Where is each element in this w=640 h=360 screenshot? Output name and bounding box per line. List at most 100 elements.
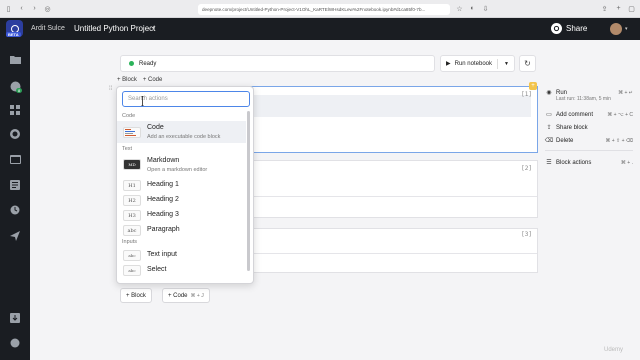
- execution-count: [3]: [521, 231, 532, 238]
- menu-item-markdown[interactable]: MD Markdown Open a markdown editor: [117, 154, 246, 176]
- project-title[interactable]: Untitled Python Project: [74, 24, 155, 33]
- trash-icon: ⌫: [544, 138, 554, 144]
- extensions-icon[interactable]: ◐: [468, 4, 477, 13]
- menu-item-description: Add an executable code block: [147, 134, 221, 140]
- dropdown-scrollbar[interactable]: [247, 111, 250, 271]
- sidebar-toggle-icon[interactable]: ▯: [4, 4, 13, 13]
- left-sidebar: 8: [0, 40, 30, 360]
- play-circle-icon: ◉: [546, 90, 552, 96]
- menu-item-text-input[interactable]: abc Text input: [117, 248, 246, 263]
- shortcut-hint: ⌘ + .: [620, 159, 633, 166]
- heading-2-icon: H2: [123, 195, 141, 206]
- help-icon[interactable]: [9, 337, 21, 349]
- menu-item-heading-1[interactable]: H1 Heading 1: [117, 178, 246, 193]
- share-icon: [551, 23, 562, 34]
- menu-item-title: Select: [147, 266, 167, 273]
- run-notebook-button[interactable]: ▶ Run notebook ▼: [440, 55, 515, 72]
- menu-item-code[interactable]: Code Add an executable code block: [117, 121, 246, 143]
- app-header: BETA Ardit Sulce Untitled Python Project…: [0, 18, 640, 40]
- chevron-down-icon[interactable]: ▾: [152, 25, 155, 32]
- heading-1-icon: H1: [123, 180, 141, 191]
- shortcut-hint: ⌘ + J: [190, 292, 204, 299]
- terminal-icon[interactable]: [9, 153, 21, 165]
- menu-item-title: Markdown: [147, 157, 180, 164]
- status-dot-icon: [129, 61, 134, 66]
- address-bar[interactable]: deepnote.com/project/Untitled-Python-Pro…: [198, 4, 450, 15]
- add-comment-item[interactable]: ▭ Add comment ⌘ + ⌥ + C: [543, 108, 635, 121]
- share-block-label: Share block: [556, 124, 588, 131]
- drag-handle-icon[interactable]: ⁞⁞: [109, 86, 112, 92]
- delete-block-item[interactable]: ⌫ Delete ⌘ + ⇧ + ⌫: [543, 134, 635, 147]
- menu-item-title: Heading 1: [147, 181, 179, 188]
- block-actions-item[interactable]: ☰ Block actions ⌘ + .: [543, 156, 635, 169]
- section-heading-text: Text: [122, 146, 133, 152]
- download-icon[interactable]: [9, 312, 21, 324]
- execution-count: [2]: [521, 165, 532, 172]
- shield-icon[interactable]: ◎: [43, 4, 52, 13]
- restart-kernel-button[interactable]: ↻: [519, 55, 536, 72]
- back-icon[interactable]: ‹: [17, 4, 26, 13]
- download-icon[interactable]: ⇩: [481, 4, 490, 13]
- chevron-down-icon[interactable]: ▾: [625, 26, 628, 32]
- run-label: Run: [556, 89, 568, 96]
- text-cursor-icon: [141, 93, 144, 107]
- add-block-bottom-button[interactable]: + Block: [120, 288, 152, 303]
- menu-item-heading-2[interactable]: H2 Heading 2: [117, 193, 246, 208]
- shortcut-hint: ⌘ + ↵: [618, 89, 633, 96]
- workspace-owner[interactable]: Ardit Sulce: [31, 25, 65, 32]
- add-code-bottom-button[interactable]: + Code ⌘ + J: [162, 288, 210, 303]
- integrations-icon[interactable]: [9, 104, 21, 116]
- table-of-contents-icon[interactable]: [9, 179, 21, 191]
- menu-item-title: Heading 3: [147, 211, 179, 218]
- add-block-label: + Block: [126, 292, 146, 299]
- add-code-button[interactable]: + Code: [142, 77, 163, 83]
- shortcut-hint: ⌘ + ⇧ + ⌫: [605, 137, 633, 144]
- refresh-icon: ↻: [524, 59, 531, 68]
- star-icon[interactable]: ☆: [455, 4, 464, 13]
- run-block-item[interactable]: ◉ Run ⌘ + ↵: [543, 86, 635, 99]
- github-icon[interactable]: [9, 128, 21, 140]
- menu-item-title: Paragraph: [147, 226, 180, 233]
- share-page-icon[interactable]: ⇪: [600, 4, 609, 13]
- select-input-icon: abc: [123, 265, 141, 276]
- chevron-down-icon[interactable]: ▼: [504, 61, 509, 67]
- add-block-bar: + Block + Code: [117, 77, 163, 83]
- heading-3-icon: H3: [123, 210, 141, 221]
- menu-item-title: Code: [147, 124, 164, 131]
- history-icon[interactable]: [9, 204, 21, 216]
- add-below-icon[interactable]: +: [529, 82, 537, 90]
- play-icon: ▶: [446, 61, 451, 67]
- block-actions-label: Block actions: [556, 159, 592, 166]
- search-placeholder: Search actions: [128, 96, 168, 102]
- add-block-button[interactable]: + Block: [117, 77, 137, 83]
- forward-icon[interactable]: ›: [30, 4, 39, 13]
- share-block-item[interactable]: ⇪ Share block: [543, 121, 635, 134]
- watermark: Udemy: [604, 347, 624, 353]
- run-notebook-label: Run notebook: [454, 60, 492, 67]
- add-block-dropdown: Search actions Code Code Add an executab…: [116, 86, 254, 284]
- menu-item-paragraph[interactable]: abc Paragraph: [117, 223, 246, 238]
- environment-badge: 8: [16, 88, 23, 93]
- new-tab-icon[interactable]: +: [614, 4, 623, 13]
- list-icon: ☰: [546, 160, 552, 166]
- menu-item-title: Text input: [147, 251, 177, 258]
- tabs-icon[interactable]: ▢: [627, 4, 636, 13]
- menu-item-heading-3[interactable]: H3 Heading 3: [117, 208, 246, 223]
- browser-toolbar: ▯ ‹ › ◎ deepnote.com/project/Untitled-Py…: [0, 0, 640, 18]
- share-button[interactable]: Share: [551, 23, 587, 34]
- folder-icon[interactable]: [9, 53, 21, 65]
- share-label: Share: [566, 24, 588, 33]
- delete-label: Delete: [556, 137, 574, 144]
- add-comment-label: Add comment: [556, 111, 594, 118]
- menu-item-select[interactable]: abc Select: [117, 263, 246, 278]
- section-heading-code: Code: [122, 113, 136, 119]
- avatar[interactable]: [610, 23, 622, 35]
- markdown-icon: MD: [123, 159, 141, 170]
- comment-icon: ▭: [546, 112, 552, 118]
- block-actions-menu: ◉ Run ⌘ + ↵ Last run: 11:38am, 5 min ▭ A…: [543, 86, 635, 169]
- beta-badge: BETA: [6, 32, 21, 37]
- text-input-icon: abc: [123, 250, 141, 261]
- menu-item-title: Heading 2: [147, 196, 179, 203]
- publish-icon[interactable]: [9, 230, 21, 242]
- add-code-label: + Code: [168, 292, 188, 299]
